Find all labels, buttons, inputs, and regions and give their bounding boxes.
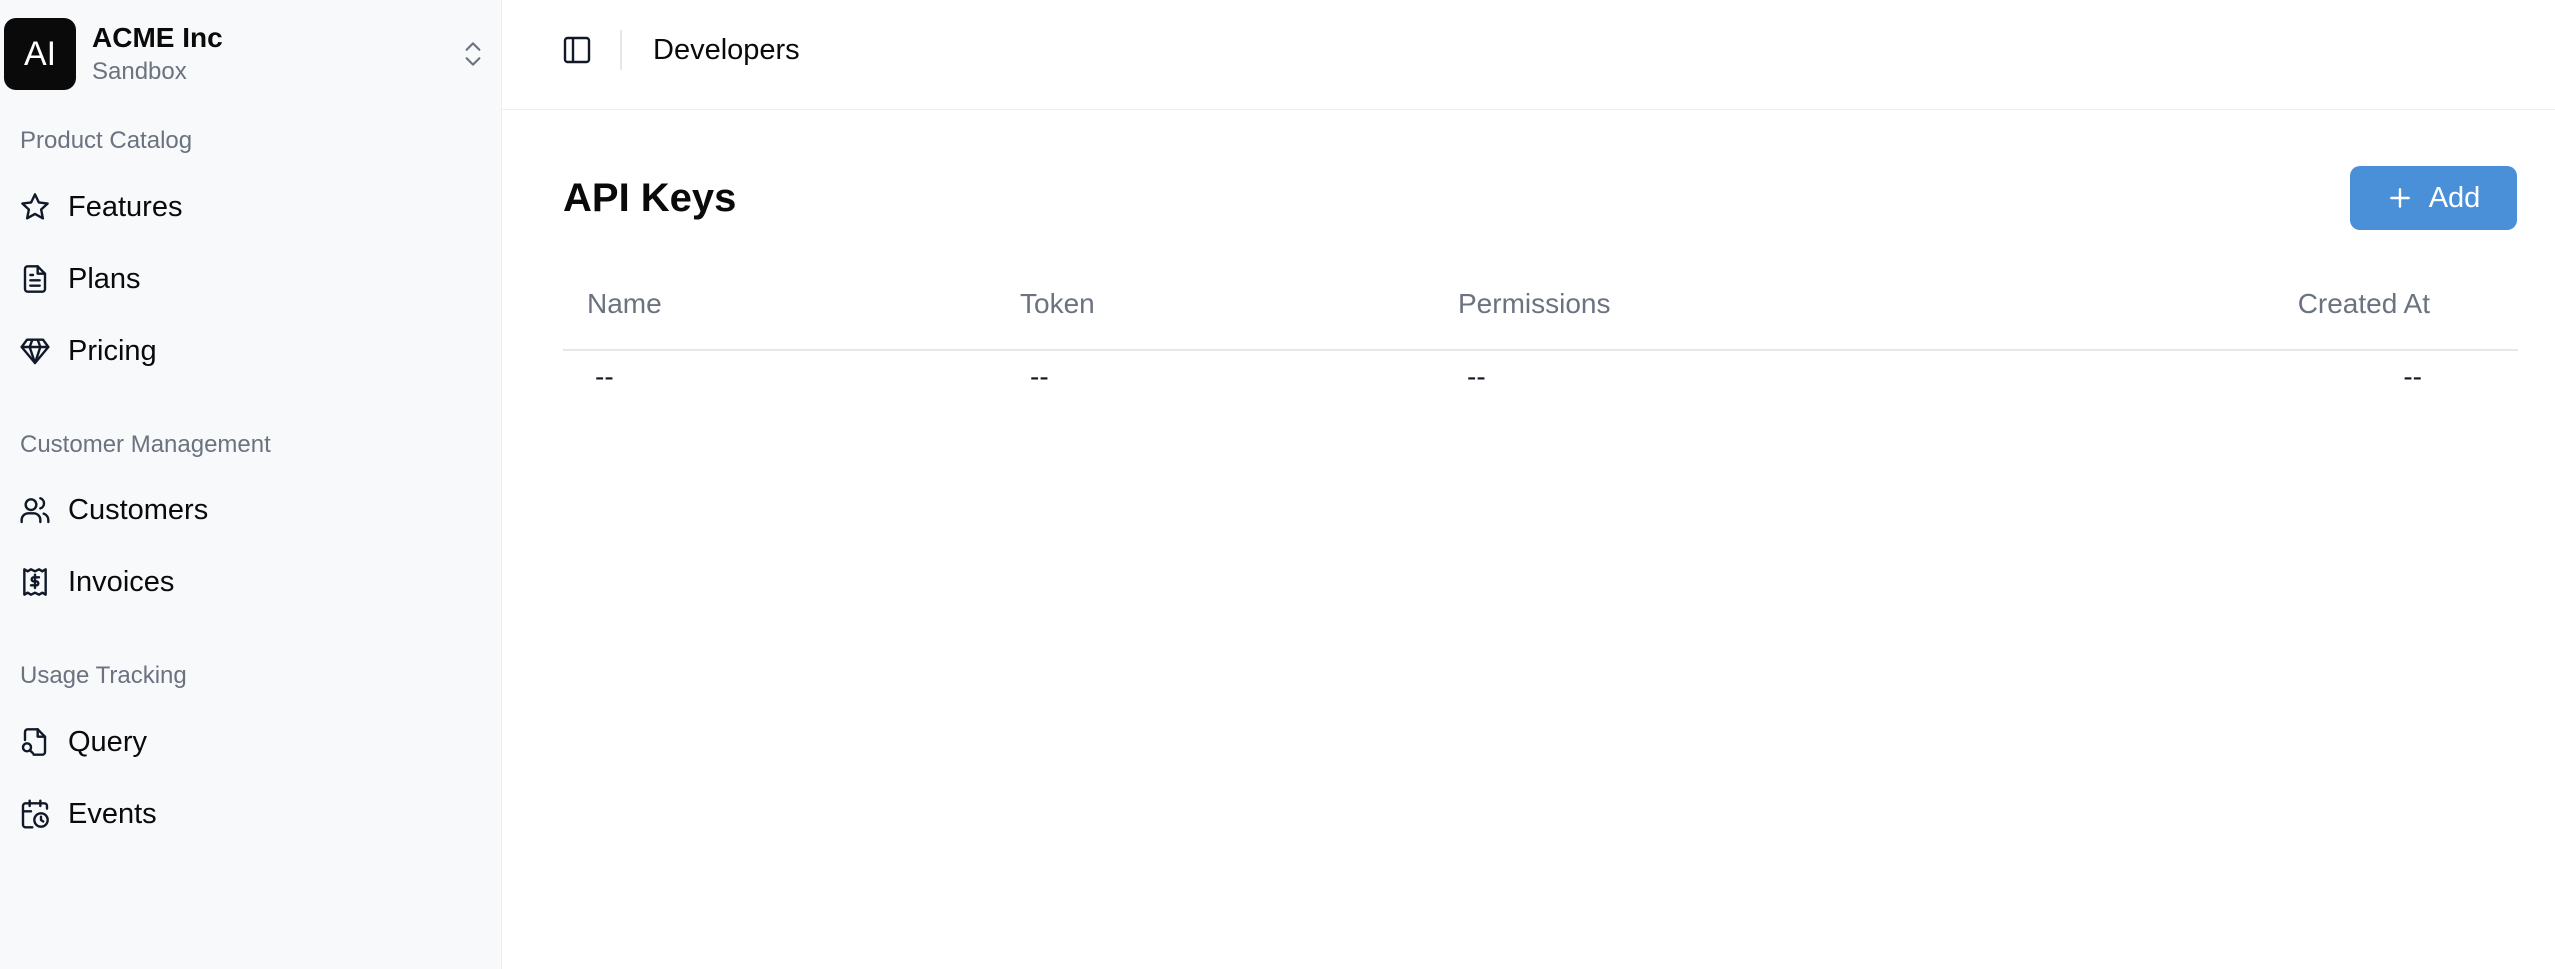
panel-left-icon [563,36,591,64]
document-icon [18,262,52,296]
sidebar-item-label: Events [68,797,157,830]
org-text: ACME Inc Sandbox [92,20,223,88]
org-switcher[interactable]: AI ACME Inc Sandbox [4,17,490,91]
cell-permissions: -- [1467,361,1486,392]
sidebar-item-pricing[interactable]: Pricing [18,323,478,379]
section-label-product-catalog: Product Catalog [20,127,193,154]
sidebar-item-plans[interactable]: Plans [18,251,478,307]
column-header-created-at[interactable]: Created At [2298,284,2430,324]
sidebar-item-features[interactable]: Features [18,179,478,235]
sidebar-item-label: Query [68,725,147,758]
sidebar: AI ACME Inc Sandbox Product Catalog Feat… [0,0,502,969]
section-label-usage-tracking: Usage Tracking [20,662,187,689]
sidebar-item-invoices[interactable]: Invoices [18,554,478,610]
api-keys-table: Name Token Permissions Created At -- -- … [563,262,2518,427]
add-api-key-button[interactable]: Add [2350,166,2517,230]
cell-name: -- [595,361,614,392]
sidebar-item-events[interactable]: Events [18,786,478,842]
plus-icon [2389,188,2410,208]
receipt-dollar-icon [18,565,52,599]
file-search-icon [18,725,52,759]
table-header: Name Token Permissions Created At [563,262,2518,351]
calendar-clock-icon [18,797,52,831]
breadcrumb: Developers [653,34,800,66]
users-icon [18,493,52,527]
cell-created-at: -- [2403,361,2422,392]
sidebar-item-label: Pricing [68,334,157,367]
table-row[interactable]: -- -- -- -- [563,351,2518,427]
org-name: ACME Inc [92,22,223,53]
sidebar-item-label: Plans [68,262,141,295]
chevron-up-down-icon [465,42,481,66]
sidebar-item-customers[interactable]: Customers [18,482,478,538]
org-logo: AI [4,18,76,90]
page-title: API Keys [563,176,737,220]
main-content: Developers API Keys Add Name Token Permi… [502,0,2555,969]
cell-token: -- [1030,361,1049,392]
column-header-permissions[interactable]: Permissions [1458,284,1610,324]
org-environment: Sandbox [92,58,187,85]
gem-icon [18,334,52,368]
sidebar-item-label: Features [68,190,183,223]
add-button-label: Add [2428,181,2481,214]
sidebar-item-label: Invoices [68,565,175,598]
app-root: AI ACME Inc Sandbox Product Catalog Feat… [0,0,2555,969]
column-header-name[interactable]: Name [587,284,662,324]
column-header-token[interactable]: Token [1020,284,1095,324]
topbar-divider [620,30,622,70]
star-icon [18,190,52,224]
sidebar-item-query[interactable]: Query [18,714,478,770]
sidebar-toggle-button[interactable] [556,29,598,71]
sidebar-item-label: Customers [68,493,209,526]
top-bar: Developers [502,0,2555,110]
section-label-customer-management: Customer Management [20,431,271,458]
